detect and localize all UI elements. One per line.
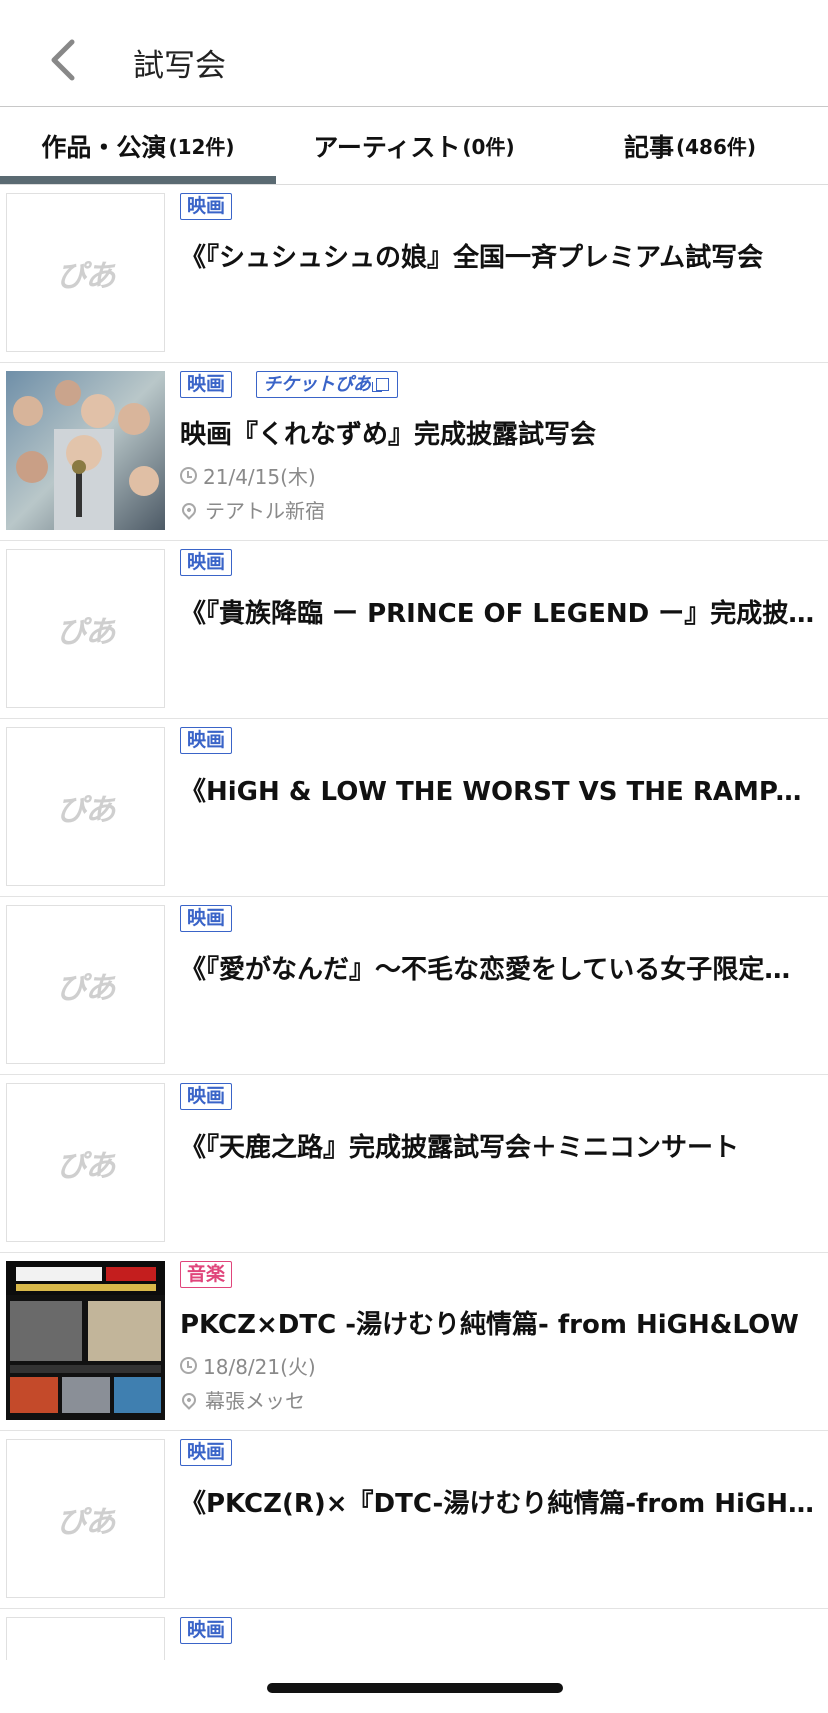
- tab-label: アーティスト: [313, 132, 461, 162]
- thumbnail-placeholder: ぴあ: [6, 549, 165, 708]
- tab-artists[interactable]: アーティスト (0件): [276, 107, 552, 184]
- clock-icon: [180, 467, 197, 484]
- pia-logo: ぴあ: [56, 1148, 116, 1184]
- list-item[interactable]: ぴあ 映画 《『貴族降臨 ー PRINCE OF LEGEND ー』完成披露試写…: [0, 542, 828, 719]
- category-badge: 映画: [180, 727, 233, 754]
- chevron-left-icon: [51, 39, 75, 81]
- page-title: 試写会: [133, 48, 226, 84]
- category-badge: 映画: [180, 905, 233, 932]
- pia-logo: ぴあ: [56, 970, 116, 1006]
- list-item[interactable]: ぴあ 映画 《HiGH & LOW THE WORST VS THE RAMPA…: [0, 720, 828, 897]
- event-venue: テアトル新宿: [179, 495, 325, 524]
- venue-text: テアトル新宿: [205, 499, 325, 523]
- tab-label: 記事: [623, 132, 674, 162]
- pia-logo: ぴあ: [56, 258, 116, 294]
- thumbnail-placeholder: ぴあ: [6, 905, 165, 1064]
- clock-icon: [180, 1357, 197, 1374]
- list-item[interactable]: ぴあ 映画 《『愛がなんだ』〜不毛な恋愛をしている女子限定試写会: [0, 898, 828, 1075]
- category-badge: 映画: [180, 1617, 233, 1644]
- ticket-pia-label: チケットぴあ: [263, 373, 371, 395]
- external-link-icon: [372, 378, 389, 392]
- group-photo: [6, 371, 165, 530]
- venue-text: 幕張メッセ: [205, 1389, 305, 1413]
- top-header: 試写会: [0, 0, 828, 107]
- list-item[interactable]: 映画 チケットぴあ 映画『くれなずめ』完成披露試写会 21/4/15(木) テア…: [0, 364, 828, 541]
- thumbnail-placeholder: ぴあ: [6, 1083, 165, 1242]
- event-venue: 幕張メッセ: [179, 1385, 305, 1414]
- location-pin-icon: [179, 1389, 199, 1410]
- category-badge: 音楽: [180, 1261, 233, 1288]
- event-date: 18/8/21(火): [180, 1351, 316, 1380]
- location-pin-icon: [179, 499, 199, 520]
- pia-logo: ぴあ: [56, 792, 116, 828]
- list-item[interactable]: ぴあ 映画 《『シュシュシュの娘』全国一斉プレミアム試写会: [0, 186, 828, 363]
- pia-logo: ぴあ: [56, 614, 116, 650]
- item-title: 映画『くれなずめ』完成披露試写会: [180, 420, 597, 450]
- thumbnail-image: [6, 1261, 165, 1420]
- category-badge: 映画: [180, 371, 233, 398]
- item-title: 《HiGH & LOW THE WORST VS THE RAMPAGE: [180, 777, 816, 807]
- category-badge: 映画: [180, 193, 233, 220]
- home-indicator[interactable]: [267, 1683, 563, 1693]
- item-title: 《『愛がなんだ』〜不毛な恋愛をしている女子限定試写会: [180, 955, 816, 985]
- list-item[interactable]: ぴあ 映画 《PKCZ(R)×『DTC-湯けむり純情篇-from HiGH&LO…: [0, 1432, 828, 1609]
- item-title: 《『天鹿之路』完成披露試写会＋ミニコンサート: [180, 1133, 740, 1163]
- ticket-pia-link[interactable]: チケットぴあ: [256, 371, 398, 398]
- active-tab-indicator: [0, 176, 276, 184]
- item-title: 《PKCZ(R)×『DTC-湯けむり純情篇-from HiGH&LOW』: [180, 1489, 816, 1519]
- thumbnail-placeholder: ぴあ: [6, 1439, 165, 1598]
- category-badge: 映画: [180, 1083, 233, 1110]
- date-text: 18/8/21(火): [203, 1355, 316, 1379]
- date-text: 21/4/15(木): [203, 465, 316, 489]
- tab-count: (486件): [675, 135, 757, 159]
- list-item[interactable]: ぴあ 映画 《『天鹿之路』完成披露試写会＋ミニコンサート: [0, 1076, 828, 1253]
- event-date: 21/4/15(木): [180, 461, 316, 490]
- thumbnail-placeholder: ぴあ: [6, 727, 165, 886]
- list-item[interactable]: 映画: [0, 1610, 828, 1660]
- category-badge: 映画: [180, 549, 233, 576]
- tab-label: 作品・公演: [41, 132, 167, 162]
- item-title: 《『シュシュシュの娘』全国一斉プレミアム試写会: [180, 243, 764, 273]
- thumbnail-placeholder: ぴあ: [6, 193, 165, 352]
- back-button[interactable]: [44, 36, 88, 84]
- tab-works[interactable]: 作品・公演 (12件): [0, 107, 276, 184]
- event-poster: [6, 1261, 165, 1420]
- tab-count: (0件): [462, 135, 515, 159]
- item-title: PKCZ×DTC -湯けむり純情篇- from HiGH&LOW: [180, 1310, 799, 1340]
- list-item[interactable]: 音楽 PKCZ×DTC -湯けむり純情篇- from HiGH&LOW 18/8…: [0, 1254, 828, 1431]
- thumbnail-placeholder: [6, 1617, 165, 1660]
- item-title: 《『貴族降臨 ー PRINCE OF LEGEND ー』完成披露試写会: [180, 599, 816, 629]
- pia-logo: ぴあ: [56, 1504, 116, 1540]
- tab-count: (12件): [168, 135, 235, 159]
- tab-bar: 作品・公演 (12件) アーティスト (0件) 記事 (486件): [0, 107, 828, 185]
- category-badge: 映画: [180, 1439, 233, 1466]
- tab-articles[interactable]: 記事 (486件): [552, 107, 828, 184]
- thumbnail-image: [6, 371, 165, 530]
